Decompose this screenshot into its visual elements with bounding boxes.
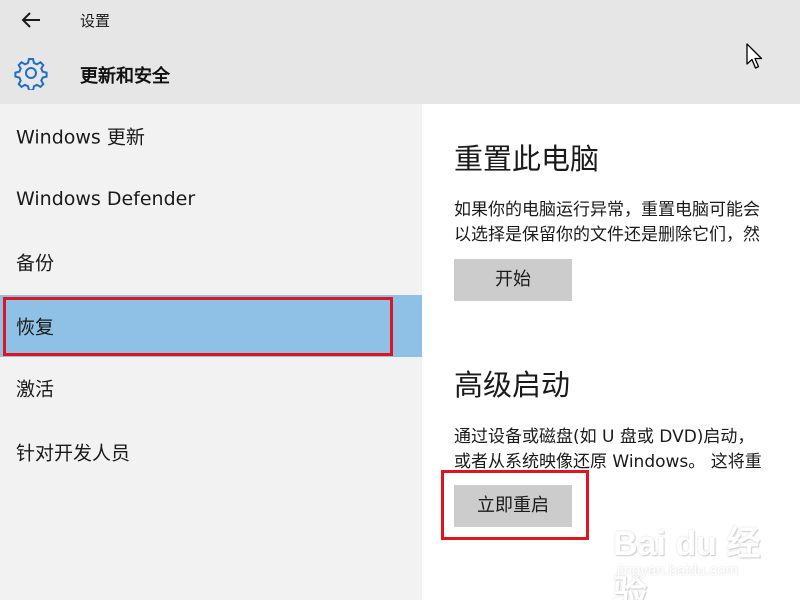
sidebar-item-label: 针对开发人员	[16, 442, 131, 465]
page-title: 更新和安全	[80, 66, 170, 87]
sidebar-item-label: 激活	[16, 378, 55, 401]
page-header: 更新和安全	[0, 40, 800, 104]
sidebar-item-for-developers[interactable]: 针对开发人员	[0, 422, 422, 482]
get-started-button[interactable]: 开始	[454, 259, 572, 301]
window-title: 设置	[80, 12, 111, 30]
reset-pc-description-line-1: 如果你的电脑运行异常，重置电脑可能会	[454, 200, 760, 220]
sidebar-item-recovery[interactable]: 恢复	[0, 295, 422, 357]
back-arrow-icon	[21, 12, 40, 28]
sidebar-item-windows-update[interactable]: Windows 更新	[0, 106, 422, 166]
reset-pc-heading: 重置此电脑	[454, 142, 600, 176]
sidebar-item-label: Windows 更新	[16, 126, 145, 149]
sidebar-item-activation[interactable]: 激活	[0, 358, 422, 418]
sidebar-item-label: Windows Defender	[16, 188, 196, 210]
advanced-startup-description-line-2: 或者从系统映像还原 Windows。 这将重	[454, 452, 762, 472]
reset-pc-description-line-2: 以选择是保留你的文件还是删除它们，然	[454, 225, 760, 245]
sidebar-item-label: 恢复	[16, 316, 55, 339]
back-button[interactable]	[14, 6, 50, 34]
restart-now-button[interactable]: 立即重启	[454, 485, 572, 527]
gear-icon	[14, 58, 48, 90]
sidebar-item-backup[interactable]: 备份	[0, 232, 422, 292]
advanced-startup-heading: 高级启动	[454, 368, 571, 402]
main-content: 重置此电脑 如果你的电脑运行异常，重置电脑可能会 以选择是保留你的文件还是删除它…	[422, 104, 800, 600]
sidebar-item-label: 备份	[16, 252, 55, 275]
mouse-pointer-icon	[746, 43, 763, 69]
title-bar: 设置	[0, 0, 800, 40]
advanced-startup-description-line-1: 通过设备或磁盘(如 U 盘或 DVD)启动，	[454, 427, 755, 447]
sidebar: Windows 更新 Windows Defender 备份 恢复 激活 针对开…	[0, 104, 422, 600]
sidebar-item-windows-defender[interactable]: Windows Defender	[0, 169, 422, 229]
